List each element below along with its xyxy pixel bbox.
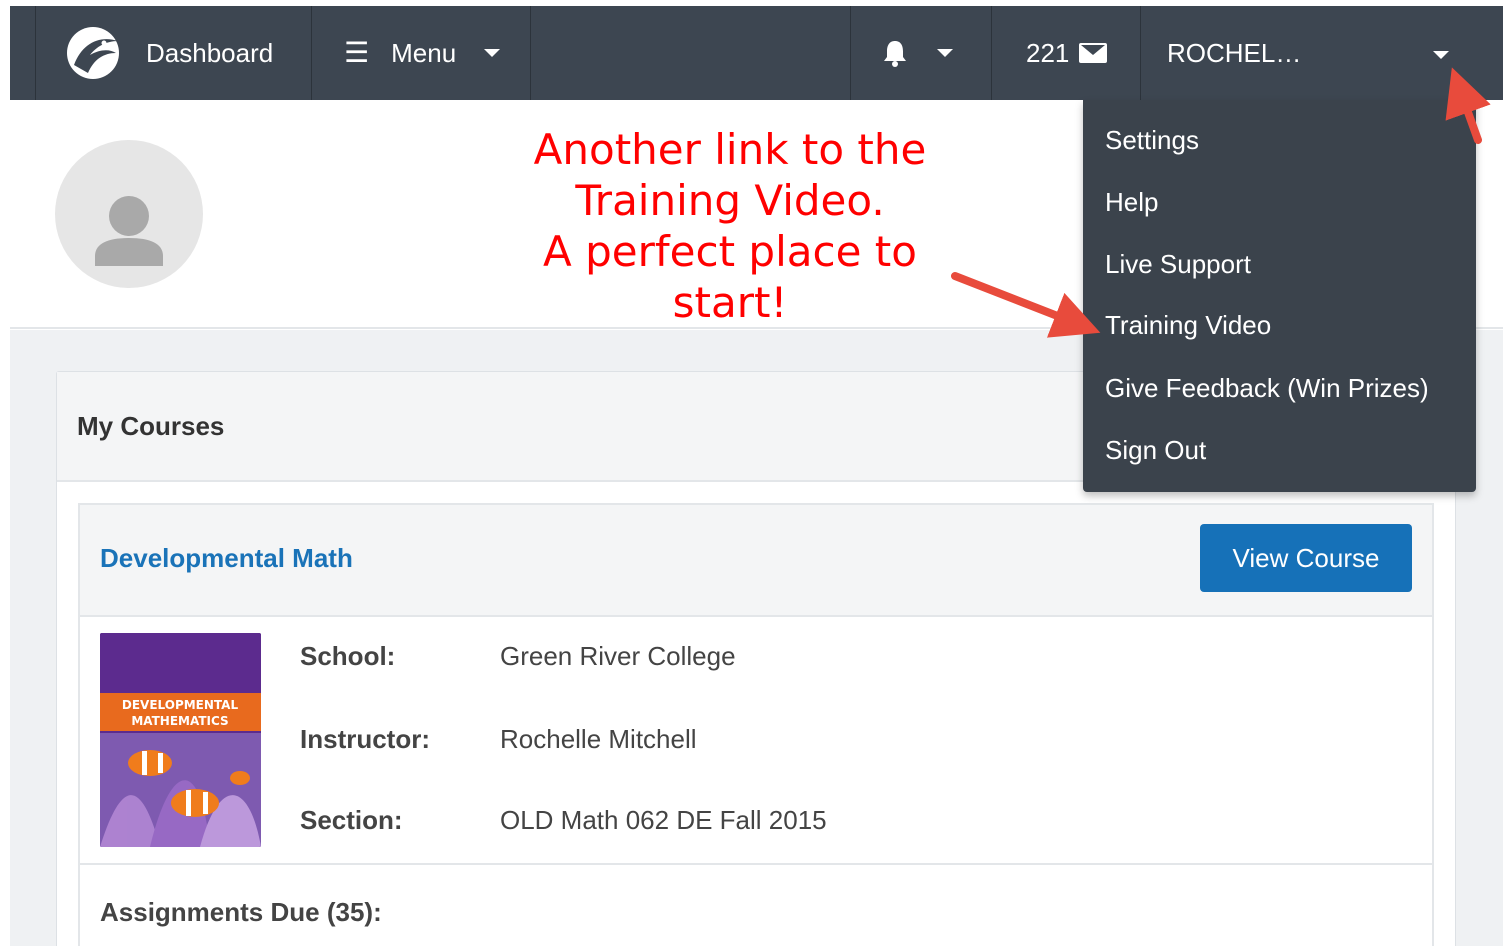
annotation-arrows <box>951 67 1491 338</box>
arrow-to-user-caret <box>1445 67 1491 144</box>
arrow-to-training-video <box>951 272 1101 338</box>
